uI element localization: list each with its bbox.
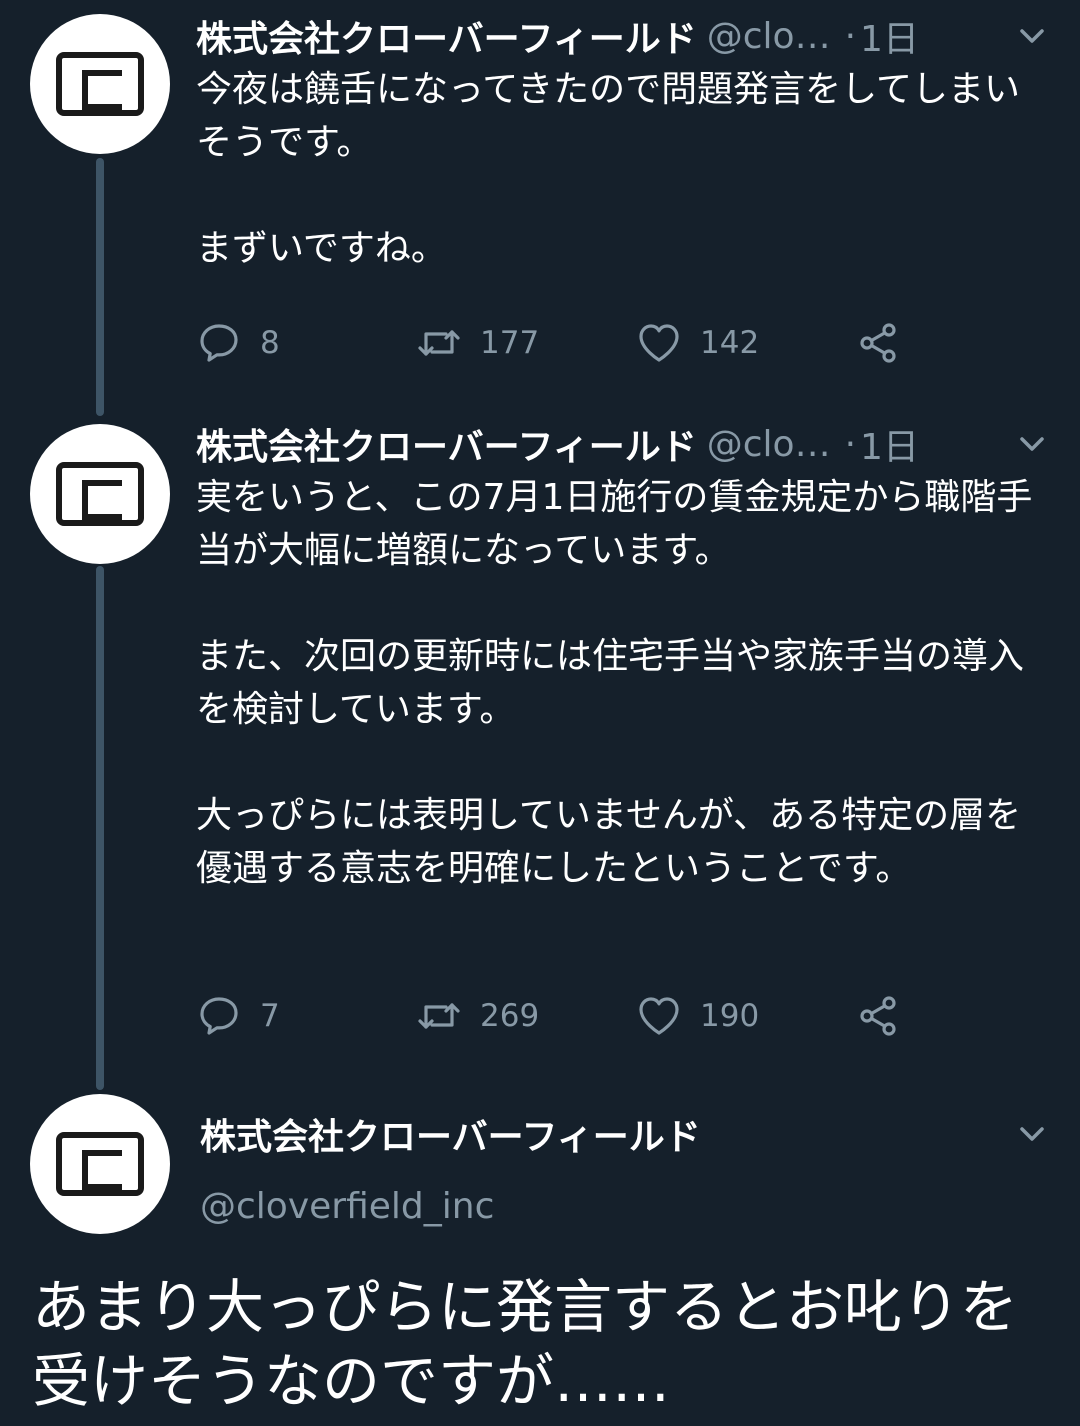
cloverfield-logo-icon bbox=[56, 462, 144, 526]
like-count: 190 bbox=[700, 998, 760, 1034]
user-handle[interactable]: @clo… bbox=[707, 16, 831, 57]
retweet-button[interactable]: 269 bbox=[416, 993, 636, 1039]
cloverfield-logo-icon bbox=[56, 52, 144, 116]
share-icon bbox=[860, 323, 896, 363]
user-handle[interactable]: @clo… bbox=[707, 424, 831, 465]
focused-tweet-header: 株式会社クローバーフィールド @cloverfield_inc bbox=[200, 1108, 701, 1227]
like-button[interactable]: 142 bbox=[636, 320, 856, 366]
avatar[interactable] bbox=[30, 424, 170, 564]
tweet-paragraph: 今夜は饒舌になってきたので問題発言をしてしまいそうです。 bbox=[196, 69, 1021, 163]
focused-tweet-text: あまり大っぴらに発言するとお叱りを受けそうなのですが…… bbox=[32, 1273, 1019, 1415]
timestamp[interactable]: 1日 bbox=[860, 10, 919, 62]
chevron-down-icon[interactable] bbox=[1012, 16, 1052, 56]
display-name[interactable]: 株式会社クローバーフィールド bbox=[196, 418, 697, 470]
reply-count: 8 bbox=[260, 325, 280, 361]
heart-icon bbox=[639, 324, 679, 362]
tweet-header: 株式会社クローバーフィールド @clo… · 1日 bbox=[196, 416, 1056, 472]
user-handle[interactable]: @cloverfield_inc bbox=[200, 1186, 701, 1227]
reply-button[interactable]: 8 bbox=[196, 320, 416, 366]
tweet-paragraph bbox=[196, 577, 1056, 630]
chevron-down-icon[interactable] bbox=[1012, 1114, 1052, 1154]
timestamp[interactable]: 1日 bbox=[860, 418, 919, 470]
display-name[interactable]: 株式会社クローバーフィールド bbox=[200, 1108, 701, 1160]
tweet-2[interactable]: 株式会社クローバーフィールド @clo… · 1日 実をいうと、この7月1日施行… bbox=[0, 420, 1080, 1090]
tweet-paragraph bbox=[196, 736, 1056, 789]
reply-button[interactable]: 7 bbox=[196, 993, 416, 1039]
avatar[interactable] bbox=[30, 1094, 170, 1234]
like-count: 142 bbox=[700, 325, 760, 361]
cloverfield-logo-icon bbox=[56, 1132, 144, 1196]
separator-dot: · bbox=[844, 423, 857, 465]
retweet-count: 269 bbox=[480, 998, 540, 1034]
tweet-actions: 7 269 190 bbox=[196, 991, 902, 1041]
tweet-paragraph: また、次回の更新時には住宅手当や家族手当の導入を検討しています。 bbox=[196, 636, 1025, 730]
avatar[interactable] bbox=[30, 14, 170, 154]
share-icon bbox=[860, 996, 896, 1036]
tweet-paragraph: まずいですね。 bbox=[196, 228, 447, 269]
tweet-actions: 8 177 142 bbox=[196, 318, 902, 368]
tweet-1[interactable]: 株式会社クローバーフィールド @clo… · 1日 今夜は饒舌になってきたので問… bbox=[0, 0, 1080, 420]
chevron-down-icon[interactable] bbox=[1012, 424, 1052, 464]
retweet-icon bbox=[418, 1003, 460, 1029]
tweet-text: 今夜は饒舌になってきたので問題発言をしてしまいそうです。 まずいですね。 bbox=[196, 63, 1056, 275]
heart-icon bbox=[639, 997, 679, 1035]
share-button[interactable] bbox=[856, 993, 902, 1039]
thread-line bbox=[96, 566, 104, 1090]
share-button[interactable] bbox=[856, 320, 902, 366]
tweet-paragraph: 実をいうと、この7月1日施行の賃金規定から職階手当が大幅に増額になっています。 bbox=[196, 477, 1033, 571]
retweet-count: 177 bbox=[480, 325, 540, 361]
tweet-text: 実をいうと、この7月1日施行の賃金規定から職階手当が大幅に増額になっています。 … bbox=[196, 471, 1056, 895]
tweet-paragraph bbox=[196, 169, 1056, 222]
retweet-icon bbox=[418, 330, 460, 356]
reply-icon bbox=[200, 324, 238, 362]
tweet-header: 株式会社クローバーフィールド @clo… · 1日 bbox=[196, 8, 1056, 64]
display-name[interactable]: 株式会社クローバーフィールド bbox=[196, 10, 697, 62]
thread-line bbox=[96, 158, 104, 416]
reply-count: 7 bbox=[260, 998, 280, 1034]
like-button[interactable]: 190 bbox=[636, 993, 856, 1039]
retweet-button[interactable]: 177 bbox=[416, 320, 636, 366]
reply-icon bbox=[200, 997, 238, 1035]
tweet-paragraph: 大っぴらには表明していませんが、ある特定の層を優遇する意志を明確にしたということ… bbox=[196, 795, 1022, 889]
separator-dot: · bbox=[844, 15, 857, 57]
